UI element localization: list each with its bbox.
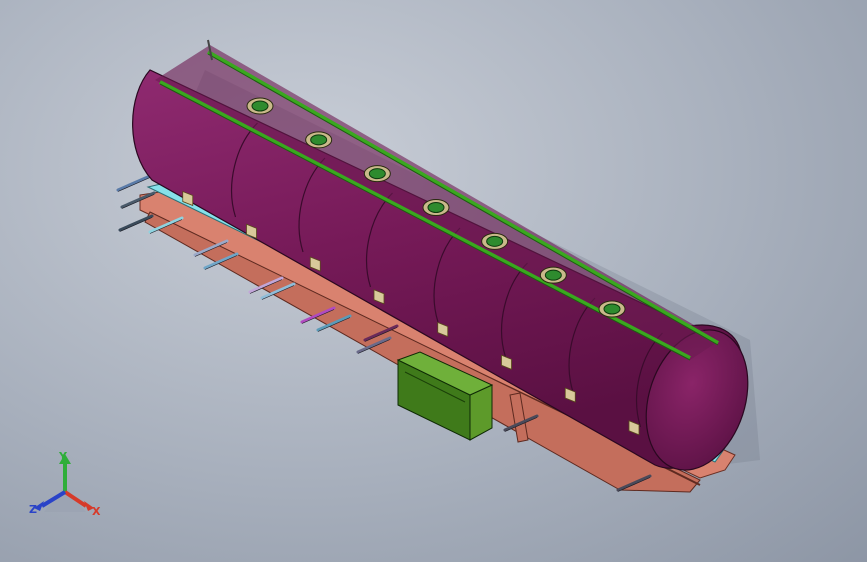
side-pipe-edge: [117, 177, 151, 192]
hatch-cover: [486, 235, 504, 247]
hatch-cover: [544, 269, 562, 281]
y-axis-label: Y: [59, 450, 67, 463]
z-axis-label: Z: [29, 503, 37, 516]
view-orientation-triad[interactable]: Y Z X: [22, 446, 108, 526]
hatch-cover: [251, 100, 269, 112]
tank-trailer-model[interactable]: [0, 0, 867, 562]
graphics-viewport[interactable]: Y Z X: [0, 0, 867, 562]
hatch-cover: [368, 168, 386, 180]
side-pipe: [116, 174, 152, 192]
hatch-cover: [427, 202, 445, 213]
x-axis-label: X: [92, 505, 101, 518]
hatch-cover: [603, 303, 621, 315]
hatch-cover: [310, 134, 328, 146]
side-pipe-edge: [119, 217, 153, 232]
